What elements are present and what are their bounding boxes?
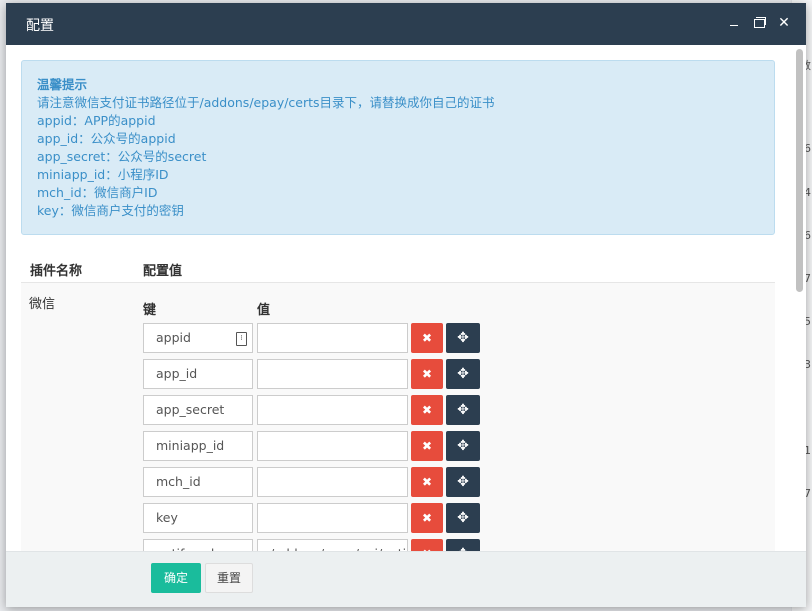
key-input[interactable]: mch_id bbox=[143, 467, 253, 497]
confirm-button[interactable]: 确定 bbox=[151, 563, 201, 593]
alert-line: app_id：公众号的appid bbox=[37, 131, 176, 146]
drag-move-button[interactable]: ✥ bbox=[446, 539, 480, 551]
drag-move-button[interactable]: ✥ bbox=[446, 503, 480, 533]
modal-footer: 确定 重置 bbox=[6, 551, 806, 607]
alert-line: 请注意微信支付证书路径位于/addons/epay/certs目录下，请替换成你… bbox=[37, 95, 495, 110]
modal-title: 配置 bbox=[26, 18, 54, 34]
delete-button[interactable]: ✖ bbox=[411, 395, 443, 425]
delete-button[interactable]: ✖ bbox=[411, 503, 443, 533]
value-input[interactable] bbox=[257, 395, 408, 425]
alert-heading: 温馨提示 bbox=[37, 77, 88, 92]
key-input[interactable]: app_id bbox=[143, 359, 253, 389]
contact-card-icon[interactable]: ⁞ bbox=[236, 332, 247, 346]
drag-move-button[interactable]: ✥ bbox=[446, 431, 480, 461]
drag-move-button[interactable]: ✥ bbox=[446, 467, 480, 497]
alert-line: app_secret：公众号的secret bbox=[37, 149, 207, 164]
value-input[interactable] bbox=[257, 431, 408, 461]
value-header: 值 bbox=[257, 303, 271, 318]
minimize-icon[interactable] bbox=[727, 15, 741, 31]
value-input[interactable] bbox=[257, 359, 408, 389]
drag-move-button[interactable]: ✥ bbox=[446, 359, 480, 389]
key-input[interactable]: notify_url bbox=[143, 539, 253, 551]
alert-line: miniapp_id：小程序ID bbox=[37, 167, 169, 182]
key-header: 键 bbox=[143, 303, 157, 318]
delete-button[interactable]: ✖ bbox=[411, 467, 443, 497]
delete-button[interactable]: ✖ bbox=[411, 359, 443, 389]
alert-line: key：微信商户支付的密钥 bbox=[37, 203, 184, 218]
modal-titlebar[interactable]: 配置 ✕ bbox=[6, 3, 806, 45]
content-scrollbar[interactable] bbox=[793, 45, 806, 551]
delete-button[interactable]: ✖ bbox=[411, 539, 443, 551]
alert-line: appid：APP的appid bbox=[37, 113, 156, 128]
maximize-icon[interactable] bbox=[752, 15, 766, 31]
column-header-config: 配置值 bbox=[143, 264, 183, 279]
close-icon[interactable]: ✕ bbox=[777, 15, 791, 31]
column-header-plugin: 插件名称 bbox=[30, 264, 83, 279]
value-input[interactable] bbox=[257, 323, 408, 353]
key-input[interactable]: miniapp_id bbox=[143, 431, 253, 461]
modal-content: 温馨提示 请注意微信支付证书路径位于/addons/epay/certs目录下，… bbox=[6, 45, 793, 551]
alert-line: mch_id：微信商户ID bbox=[37, 185, 158, 200]
config-modal: 配置 ✕ 温馨提示 请注意微信支付证书路径位于/addons/epay/cert… bbox=[6, 3, 806, 607]
value-input[interactable] bbox=[257, 503, 408, 533]
key-input[interactable]: appid ⁞ bbox=[143, 323, 253, 353]
delete-button[interactable]: ✖ bbox=[411, 431, 443, 461]
value-input[interactable] bbox=[257, 467, 408, 497]
scrollbar-thumb[interactable] bbox=[796, 49, 803, 292]
key-input[interactable]: app_secret bbox=[143, 395, 253, 425]
tip-alert: 温馨提示 请注意微信支付证书路径位于/addons/epay/certs目录下，… bbox=[21, 60, 775, 235]
key-input[interactable]: key bbox=[143, 503, 253, 533]
reset-button[interactable]: 重置 bbox=[205, 563, 253, 593]
value-input[interactable]: /addons/epay/api/notify bbox=[257, 539, 408, 551]
drag-move-button[interactable]: ✥ bbox=[446, 395, 480, 425]
delete-button[interactable]: ✖ bbox=[411, 323, 443, 353]
drag-move-button[interactable]: ✥ bbox=[446, 323, 480, 353]
plugin-name: 微信 bbox=[29, 297, 56, 312]
